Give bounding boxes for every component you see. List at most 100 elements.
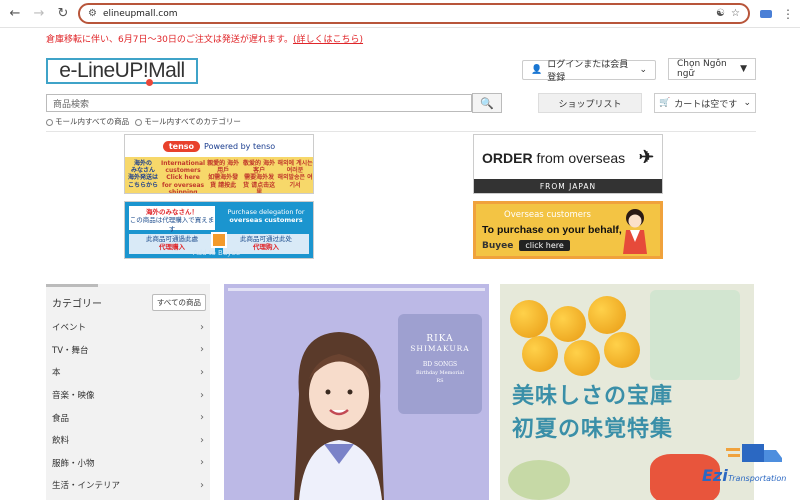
bookmark-star-icon[interactable]: ☆ <box>731 8 740 19</box>
shopping-list-label: ショップリスト <box>558 99 622 110</box>
idol-name-card: RIKA SHIMAKURA BD SONGS Birthday Memoria… <box>398 314 482 414</box>
category-label: イベント <box>52 323 87 334</box>
tenso-powered: Powered by tenso <box>204 141 276 151</box>
purchase-delegation-banner[interactable]: 海外のみなさん！ この商品は代理購入で買えます Purchase delegat… <box>124 201 314 259</box>
logo-dot <box>146 79 153 86</box>
idol-sub: Birthday Memorial <box>416 370 464 376</box>
delegation-en-title: Purchase delegation for <box>227 208 305 216</box>
buyee-banner[interactable]: Overseas customers To purchase on your b… <box>473 201 663 259</box>
search-icon: 🔍 <box>480 96 494 110</box>
loquat-fruit <box>604 332 640 368</box>
buyee-click-here: click here <box>519 240 570 251</box>
chevron-right-icon: › <box>200 389 204 401</box>
truck-icon <box>726 444 782 462</box>
logo-text: e-LineUP!Mall <box>59 59 185 82</box>
search-scope: モール内すべての商品 モール内すべてのカテゴリー <box>46 116 241 127</box>
airplane-icon: ✈ <box>638 147 654 167</box>
site-logo[interactable]: e-LineUP!Mall <box>46 58 198 84</box>
scope-all-option[interactable]: モール内すべての商品 <box>46 116 129 127</box>
chevron-down-icon: ⌄ <box>639 65 647 75</box>
radio-icon <box>46 118 53 126</box>
cart-icon: 🛒 <box>659 98 671 108</box>
tenso-banner[interactable]: tenso Powered by tenso 海外の みなさん 海外発送は こち… <box>124 134 314 194</box>
order-overseas-banner[interactable]: ORDER from overseas ✈ FROM JAPAN <box>473 134 663 194</box>
address-bar[interactable]: ⚙ elineupmall.com ☯ ☆ <box>78 3 750 24</box>
delegation-zh2: 此商品可通过此处 <box>240 235 292 243</box>
sidebar-title: カテゴリー <box>52 298 102 310</box>
category-label: 食品 <box>52 413 70 424</box>
caret-down-icon: ▼ <box>740 64 747 74</box>
tenso-col-tw: 親愛的 海外用戶 如需海外發貨 請按此 <box>207 160 240 189</box>
tenso-col-en: International customers Click here for o… <box>160 160 206 194</box>
scope-categories-label: モール内すべてのカテゴリー <box>144 117 241 126</box>
language-label: Chọn Ngôn ngữ <box>677 59 727 79</box>
chevron-right-icon: › <box>200 434 204 446</box>
category-item-music[interactable]: 音楽・映像 › <box>46 384 210 407</box>
browser-toolbar: ← → ↻ ⚙ elineupmall.com ☯ ☆ ⋮ <box>0 0 800 28</box>
cart-button[interactable]: 🛒 カートは空です ⌄ <box>654 93 756 113</box>
delegation-ja-sub: この商品は代理購入で買えます <box>129 216 215 233</box>
all-products-button[interactable]: すべての商品 <box>151 293 206 311</box>
chevron-right-icon: › <box>200 457 204 469</box>
idol-name-first: RIKA <box>426 334 454 344</box>
category-label: 飲料 <box>52 436 70 447</box>
idol-name-last: SHIMAKURA <box>410 344 470 353</box>
buyee-brand: Buyee <box>482 240 514 251</box>
category-item-living[interactable]: 生活・インテリア › <box>46 474 210 497</box>
url-text[interactable]: elineupmall.com <box>103 9 710 19</box>
order-rest: from overseas <box>536 149 626 166</box>
category-label: TV・舞台 <box>52 345 89 356</box>
sidebar-header: カテゴリー すべての商品 <box>46 284 210 316</box>
food-title-line1: 美味しさの宝庫 <box>512 384 674 409</box>
reload-icon[interactable]: ↻ <box>54 5 72 23</box>
idol-tag: RS <box>436 378 444 384</box>
order-bold: ORDER <box>482 149 533 166</box>
delegation-en: Purchase delegation for overseas custome… <box>223 206 309 230</box>
extension-icon[interactable] <box>760 9 772 18</box>
watermark-logo: Ezi Transportation <box>702 442 790 494</box>
kimono-girl-icon <box>623 209 647 254</box>
notice-link[interactable]: (詳しくはこちら) <box>293 35 363 45</box>
add-cart-icon <box>211 232 227 248</box>
sidebar-accent <box>46 284 98 287</box>
search-button[interactable]: 🔍 <box>472 93 502 113</box>
delegation-en-bold: overseas customers <box>229 216 303 225</box>
site-info-icon[interactable]: ⚙ <box>88 8 97 19</box>
tenso-col-cn: 敬爱的 海外客户 需要海外发货 请点击这里 <box>243 160 276 194</box>
shopping-list-button[interactable]: ショップリスト <box>538 93 642 113</box>
delegation-zh1: 此商品可通過此處 <box>146 235 198 243</box>
loquat-fruit <box>564 340 600 376</box>
category-item-drinks[interactable]: 飲料 › <box>46 429 210 452</box>
melon-image <box>508 460 570 500</box>
category-item-books[interactable]: 本 › <box>46 361 210 384</box>
login-label: ログインまたは会員登録 <box>547 60 629 83</box>
login-button[interactable]: 👤 ログインまたは会員登録 ⌄ <box>522 60 656 83</box>
idol-code: BD SONGS <box>422 361 458 368</box>
category-sidebar: カテゴリー すべての商品 イベント › TV・舞台 › 本 › 音楽・映像 › 食品 › … <box>46 284 210 500</box>
cart-label: カートは空です <box>674 99 738 110</box>
category-item-event[interactable]: イベント › <box>46 316 210 339</box>
shipping-notice: 倉庫移転に伴い、6月7日～30日のご注文は発送が遅れます。(詳しくはこちら) <box>0 28 800 45</box>
chevron-right-icon: › <box>200 412 204 424</box>
watermark-brand: Ezi <box>702 466 728 485</box>
food-title-line2: 初夏の味覚特集 <box>512 417 674 442</box>
forward-icon[interactable]: → <box>30 5 48 23</box>
idol-promo-banner[interactable]: RIKA SHIMAKURA BD SONGS Birthday Memoria… <box>224 284 489 500</box>
category-item-food[interactable]: 食品 › <box>46 406 210 429</box>
browser-menu-icon[interactable]: ⋮ <box>782 7 794 21</box>
watermark-sub: Transportation <box>728 474 787 483</box>
translate-icon[interactable]: ☯ <box>716 8 725 19</box>
chevron-down-icon: ⌄ <box>743 98 751 108</box>
radio-icon <box>135 118 143 126</box>
language-select[interactable]: Chọn Ngôn ngữ ▼ <box>668 58 756 80</box>
search-input[interactable]: 商品検索 <box>46 94 472 112</box>
user-icon: 👤 <box>531 65 543 75</box>
search-placeholder: 商品検索 <box>53 99 90 110</box>
header-divider <box>46 131 756 132</box>
delegation-zh1-bold: 代理購入 <box>159 243 185 252</box>
scope-categories-option[interactable]: モール内すべてのカテゴリー <box>135 116 241 127</box>
tenso-banner-top: tenso Powered by tenso <box>125 135 313 157</box>
back-icon[interactable]: ← <box>6 5 24 23</box>
category-item-tv[interactable]: TV・舞台 › <box>46 339 210 362</box>
category-item-fashion[interactable]: 服飾・小物 › <box>46 452 210 475</box>
